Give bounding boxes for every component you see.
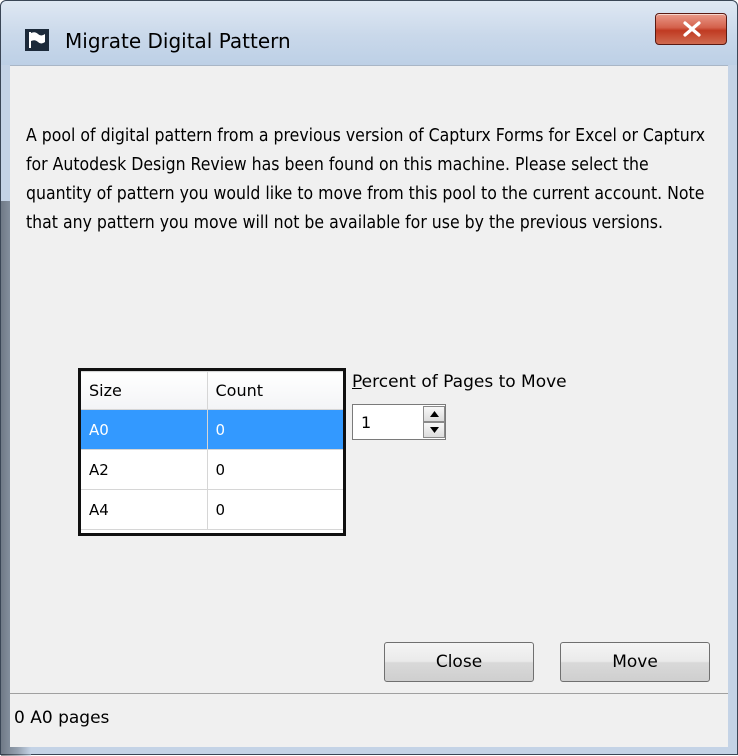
percent-label: Percent of Pages to Move (352, 372, 567, 392)
cell-size[interactable]: A0 (81, 409, 208, 450)
pattern-size-table[interactable]: Size Count A0 0 A2 0 A4 0 (78, 368, 346, 536)
cell-count[interactable]: 0 (206, 489, 343, 530)
flag-icon (25, 29, 49, 51)
cell-count[interactable]: 0 (206, 449, 343, 490)
percent-label-mnemonic: P (352, 372, 362, 392)
status-text: 0 A0 pages (14, 708, 110, 728)
dialog-window: Migrate Digital Pattern A pool of digita… (0, 0, 738, 756)
title-bar[interactable]: Migrate Digital Pattern (1, 1, 737, 65)
status-bar: 0 A0 pages (10, 693, 728, 747)
dialog-body: A pool of digital pattern from a previou… (10, 65, 728, 693)
table-row[interactable]: A4 0 (81, 489, 343, 530)
close-button[interactable]: Close (384, 642, 534, 682)
percent-input[interactable] (355, 407, 419, 437)
description-text: A pool of digital pattern from a previou… (26, 126, 706, 233)
table-row[interactable]: A2 0 (81, 449, 343, 490)
table-header-row: Size Count (81, 371, 343, 410)
cell-size[interactable]: A4 (81, 489, 208, 530)
percent-stepper[interactable] (352, 404, 446, 440)
column-header-size[interactable]: Size (81, 371, 208, 410)
table-row[interactable]: A0 0 (81, 409, 343, 450)
window-close-button[interactable] (655, 13, 727, 45)
cell-count[interactable]: 0 (206, 409, 343, 450)
stepper-up-button[interactable] (423, 406, 445, 422)
percent-label-text: ercent of Pages to Move (361, 372, 567, 392)
cell-size[interactable]: A2 (81, 449, 208, 490)
window-title: Migrate Digital Pattern (65, 29, 291, 53)
move-button[interactable]: Move (560, 642, 710, 682)
stepper-down-button[interactable] (423, 422, 445, 438)
column-header-count[interactable]: Count (206, 371, 343, 410)
